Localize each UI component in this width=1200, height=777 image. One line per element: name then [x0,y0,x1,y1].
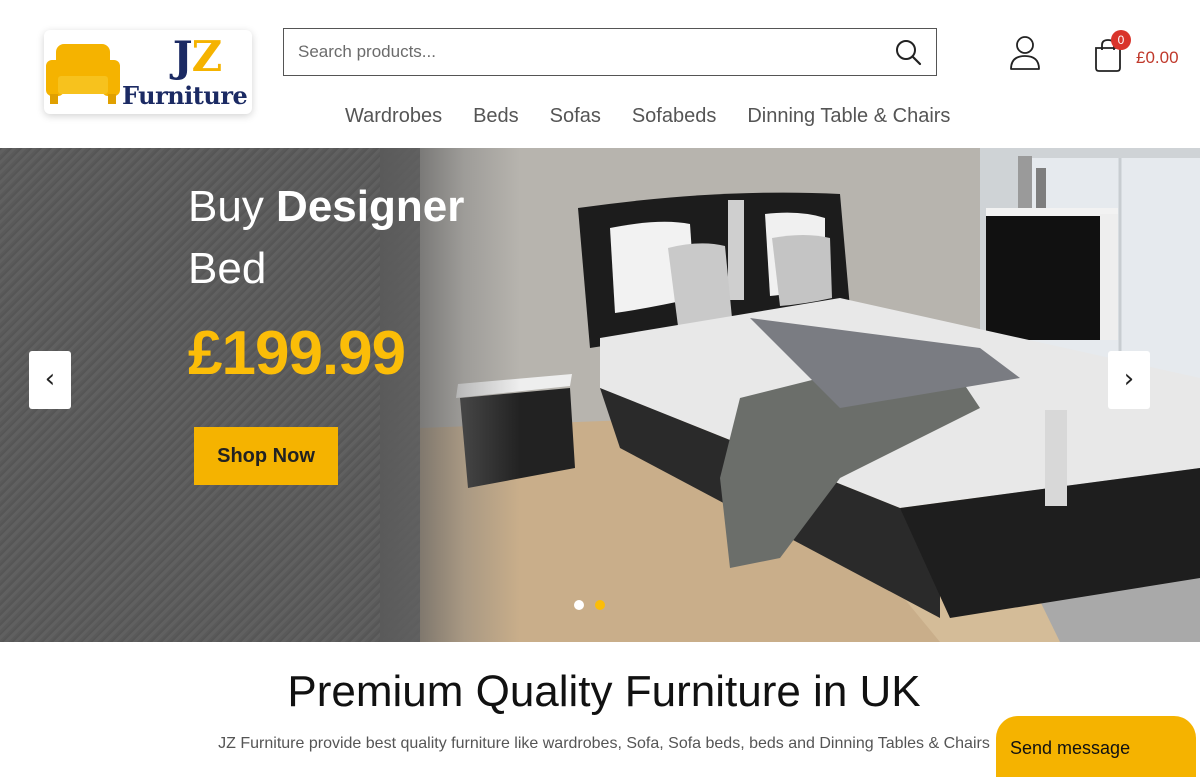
logo-monogram: JZ [172,32,223,81]
cart-count-badge: 0 [1111,30,1131,50]
logo-wordmark: Furniture [122,81,248,110]
hero-price: £199.99 [188,319,406,388]
hero-title: Buy Designer Bed [188,182,465,293]
sofa-icon [46,44,120,104]
bedroom-image [420,148,1200,642]
site-header: JZ Furniture Wardrobes Beds Sofas Sofabe… [0,0,1200,148]
search-bar [283,28,937,76]
nav-item-sofabeds[interactable]: Sofabeds [632,100,717,132]
user-account-icon[interactable] [1008,34,1042,72]
slider-prev-button[interactable]: ‹ [29,351,71,409]
cart-total[interactable]: £0.00 [1136,47,1179,69]
slider-pagination [574,600,616,610]
shop-now-button[interactable]: Shop Now [194,427,338,485]
slider-dot-1[interactable] [574,600,584,610]
nav-item-dining[interactable]: Dinning Table & Chairs [747,100,950,132]
site-logo[interactable]: JZ Furniture [44,30,252,114]
nav-item-beds[interactable]: Beds [473,100,519,132]
hero-slider: Buy Designer Bed £199.99 Shop Now ‹ › [0,148,1200,642]
search-icon[interactable] [894,38,922,66]
slider-dot-2-active[interactable] [595,600,605,610]
search-input[interactable] [284,29,874,75]
nav-item-wardrobes[interactable]: Wardrobes [345,100,442,132]
main-nav: Wardrobes Beds Sofas Sofabeds Dinning Ta… [345,100,981,132]
intro-heading: Premium Quality Furniture in UK [287,667,921,716]
slider-next-button[interactable]: › [1108,351,1150,409]
send-message-chat-button[interactable]: Send message [996,716,1196,777]
nav-item-sofas[interactable]: Sofas [550,100,601,132]
